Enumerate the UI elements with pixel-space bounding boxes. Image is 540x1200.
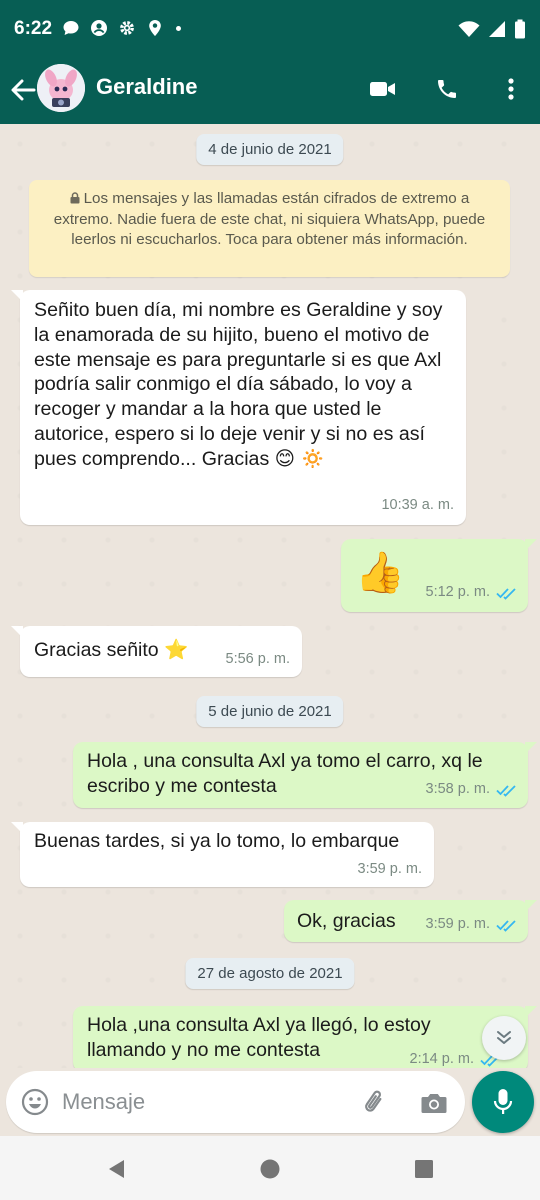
voice-call-icon[interactable] <box>432 74 462 104</box>
header-actions <box>368 74 526 104</box>
status-bar: 6:22 <box>0 0 540 58</box>
wifi-icon <box>458 20 480 43</box>
message-text: Señito buen día, mi nombre es Geraldine … <box>34 299 443 470</box>
avatar[interactable] <box>37 64 85 112</box>
message-bubble-outgoing[interactable]: 👍 5:12 p. m. <box>341 539 537 612</box>
chat-area[interactable]: 4 de junio de 2021 Los mensajes y las ll… <box>0 124 540 1068</box>
voice-message-button[interactable] <box>472 1071 534 1133</box>
back-nav-icon[interactable] <box>103 1156 129 1182</box>
message-bubble-outgoing[interactable]: Ok, gracias 3:59 p. m. <box>284 900 537 942</box>
home-nav-icon[interactable] <box>257 1156 283 1182</box>
message-time: 3:58 p. m. <box>425 781 490 797</box>
microphone-icon <box>493 1089 513 1114</box>
message-bubble-outgoing[interactable]: Hola , una consulta Axl ya tomo el carro… <box>73 742 537 808</box>
message-meta: 5:12 p. m. <box>426 580 518 605</box>
video-call-icon[interactable] <box>368 74 398 104</box>
composer-bar <box>0 1068 540 1136</box>
message-bubble-outgoing[interactable]: Hola ,una consulta Axl ya llegó, lo esto… <box>73 1006 537 1068</box>
chat-notification-icon <box>62 19 80 37</box>
date-separator: 4 de junio de 2021 <box>196 134 344 165</box>
message-time: 3:59 p. m. <box>425 916 490 932</box>
location-icon <box>146 19 164 37</box>
recents-nav-icon[interactable] <box>411 1156 437 1182</box>
read-receipt-icon <box>496 919 516 932</box>
composer <box>6 1071 465 1133</box>
settings-icon <box>118 19 136 37</box>
message-text: Ok, gracias <box>297 910 396 932</box>
back-arrow-icon[interactable] <box>8 75 38 105</box>
more-options-icon[interactable] <box>496 74 526 104</box>
emoji-icon[interactable] <box>20 1087 50 1117</box>
attachment-icon[interactable] <box>359 1087 391 1119</box>
read-receipt-icon <box>496 587 516 600</box>
double-chevron-down-icon <box>497 1031 511 1044</box>
message-time: 5:56 p. m. <box>225 651 290 667</box>
message-bubble-incoming[interactable]: Gracias señito ⭐ 5:56 p. m. <box>11 626 302 677</box>
message-meta: 3:58 p. m. <box>426 777 518 802</box>
signal-icon <box>488 20 506 43</box>
notification-icons <box>62 19 181 37</box>
message-meta: 3:59 p. m. <box>426 912 518 937</box>
system-navigation-bar <box>0 1136 540 1200</box>
date-separator: 27 de agosto de 2021 <box>185 958 355 989</box>
lock-icon <box>70 190 80 204</box>
read-receipt-icon <box>496 784 516 797</box>
status-time: 6:22 <box>14 18 53 39</box>
battery-icon <box>514 19 526 44</box>
more-notifications-dot <box>176 25 181 31</box>
contact-name[interactable]: Geraldine <box>96 74 197 100</box>
scroll-to-bottom-button[interactable] <box>482 1016 526 1060</box>
message-bubble-incoming[interactable]: Señito buen día, mi nombre es Geraldine … <box>11 290 466 525</box>
account-icon <box>90 19 108 37</box>
chat-header: Geraldine <box>0 58 540 124</box>
date-separator: 5 de junio de 2021 <box>196 696 344 727</box>
message-text: Buenas tardes, si ya lo tomo, lo embarqu… <box>34 830 400 852</box>
message-time: 3:59 p. m. <box>357 861 422 877</box>
message-time: 2:14 p. m. <box>409 1051 474 1067</box>
message-text: Gracias señito ⭐ <box>34 639 189 661</box>
message-time: 10:39 a. m. <box>381 497 454 513</box>
encryption-notice-text: Los mensajes y las llamadas están cifrad… <box>53 190 486 248</box>
message-input[interactable] <box>62 1085 352 1119</box>
message-time: 5:12 p. m. <box>425 584 490 600</box>
camera-icon[interactable] <box>419 1088 449 1118</box>
encryption-notice[interactable]: Los mensajes y las llamadas están cifrad… <box>29 180 510 277</box>
message-text: 👍 <box>355 551 405 595</box>
system-icons <box>458 19 526 44</box>
message-bubble-incoming[interactable]: Buenas tardes, si ya lo tomo, lo embarqu… <box>11 822 434 887</box>
